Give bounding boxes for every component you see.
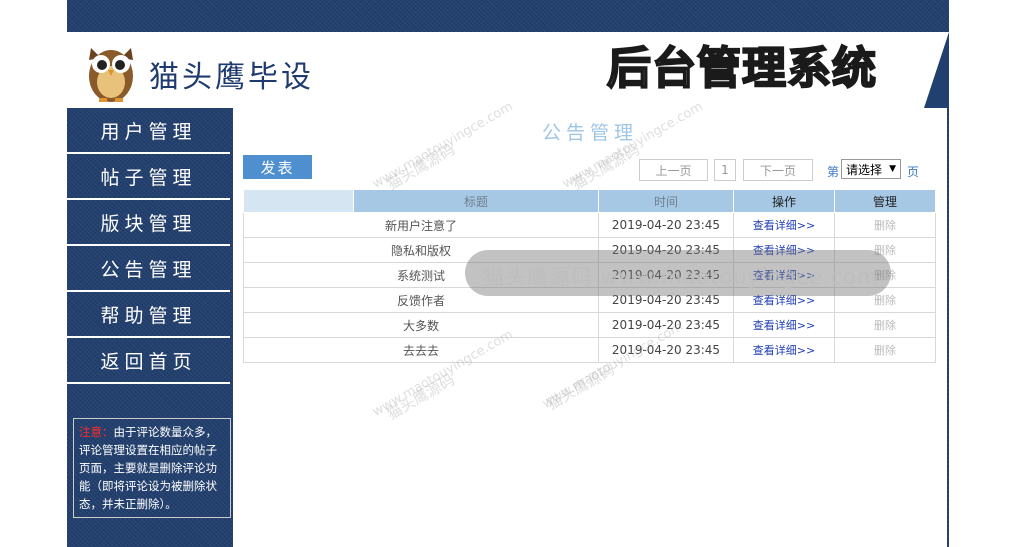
next-page-button[interactable]: 下一页 (743, 159, 813, 181)
view-details-link[interactable]: 查看详细>> (733, 212, 835, 238)
row-time: 2019-04-20 23:45 (598, 212, 734, 238)
table-header-action: 操作 (733, 189, 835, 213)
view-details-link[interactable]: 查看详细>> (733, 312, 835, 338)
sidebar: 用户管理 帖子管理 版块管理 公告管理 帮助管理 返回首页 注意：由于评论数量众… (67, 108, 231, 547)
row-title: 新用户注意了 (243, 212, 599, 238)
system-title: 后台管理系统 (606, 42, 877, 95)
prev-page-button[interactable]: 上一页 (639, 159, 708, 181)
page-label-before: 第 (827, 165, 840, 179)
sidebar-item-users[interactable]: 用户管理 (67, 108, 230, 154)
delete-link[interactable]: 删除 (834, 212, 936, 238)
sidebar-item-boards[interactable]: 版块管理 (67, 200, 230, 246)
table-header-title: 标题 (353, 189, 599, 213)
notice-box: 注意：由于评论数量众多，评论管理设置在相应的帖子页面，主要就是删除评论功能（即将… (73, 418, 231, 518)
notice-warning-label: 注意： (79, 425, 114, 439)
delete-link[interactable]: 删除 (834, 312, 936, 338)
post-button[interactable]: 发表 (243, 155, 312, 179)
row-title: 去去去 (243, 337, 599, 363)
owl-logo-icon (89, 48, 133, 102)
dropdown-arrow-icon: ▼ (889, 164, 896, 174)
main-content: 公告管理 发表 上一页 1 下一页 第 请选择 ▼ 页 标题 时间 操作 管理 (233, 99, 947, 547)
header: 猫头鹰毕设 后台管理系统 (67, 32, 949, 108)
site-name: 猫头鹰毕设 (149, 60, 314, 95)
current-page: 1 (714, 159, 736, 181)
sidebar-item-home[interactable]: 返回首页 (67, 338, 230, 384)
table-row: 去去去 2019-04-20 23:45 查看详细>> 删除 (243, 337, 936, 363)
table-header-blank (243, 189, 354, 213)
page-label-after: 页 (907, 165, 920, 179)
table-row: 新用户注意了 2019-04-20 23:45 查看详细>> 删除 (243, 212, 936, 238)
sidebar-item-posts[interactable]: 帖子管理 (67, 154, 230, 200)
table-header-time: 时间 (598, 189, 734, 213)
row-title: 大多数 (243, 312, 599, 338)
watermark-bar-text: 猫头鹰源码 www.maotouyingce.com (483, 265, 879, 289)
delete-link[interactable]: 删除 (834, 337, 936, 363)
page-title: 公告管理 (541, 122, 638, 144)
page-select-value: 请选择 (846, 162, 883, 177)
table-header-row: 标题 时间 操作 管理 (243, 189, 936, 213)
sidebar-item-help[interactable]: 帮助管理 (67, 292, 230, 338)
view-details-link[interactable]: 查看详细>> (733, 337, 835, 363)
table-header-manage: 管理 (834, 189, 936, 213)
table-row: 大多数 2019-04-20 23:45 查看详细>> 删除 (243, 312, 936, 338)
app-frame: 猫头鹰毕设 后台管理系统 用户管理 帖子管理 版块管理 公告管理 帮助管理 返回… (67, 0, 949, 547)
sidebar-item-announcements[interactable]: 公告管理 (67, 246, 230, 292)
watermark-brand: 猫头鹰源码 (543, 360, 618, 414)
page-select[interactable]: 请选择 ▼ (841, 159, 901, 179)
